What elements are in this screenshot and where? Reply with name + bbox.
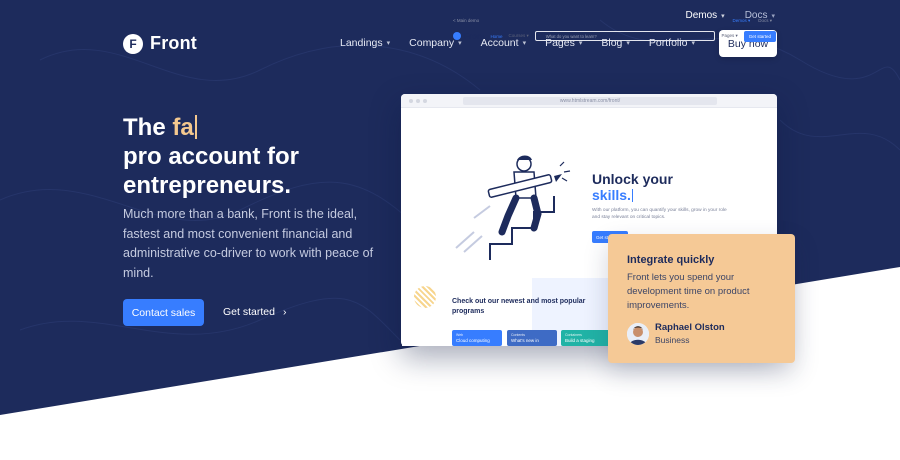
headline-line-3: entrepreneurs. <box>123 172 292 199</box>
headline-prefix: The <box>123 114 173 141</box>
avatar <box>627 323 649 345</box>
url-bar: www.htmlstream.com/front/ <box>463 97 717 105</box>
window-dot-icon <box>409 99 413 103</box>
mockup-top-bar: < Main demo Demos ▾ Docs ▾ <box>453 18 772 24</box>
mockup-typing-caret <box>631 189 634 202</box>
hero-headline: The fa pro account for entrepreneurs. <box>123 113 393 200</box>
integrate-text: Front lets you spend your development ti… <box>627 272 750 311</box>
person-icon <box>627 323 649 345</box>
mockup-docs: Docs ▾ <box>758 18 772 23</box>
mockup-main-demo-link: < Main demo <box>453 18 480 23</box>
chevron-down-icon: ▾ <box>386 40 391 47</box>
mockup-nav-home: Home <box>490 33 503 39</box>
window-dot-icon <box>416 99 420 103</box>
program-card-tag: Containers <box>565 333 582 337</box>
chevron-right-icon: › <box>282 306 287 318</box>
integrate-card: Integrate quickly Front lets you spend y… <box>608 234 795 363</box>
person-climbing-stairs-illustration <box>455 155 571 260</box>
mockup-get-started-button: Get started <box>743 30 776 42</box>
mockup-programs-title: Check out our newest and most popular pr… <box>452 298 586 315</box>
mockup-program-card: Containers Build a staging <box>561 330 611 346</box>
mockup-search-input: What do you want to learn? <box>534 31 716 41</box>
typing-caret <box>194 115 197 139</box>
hero-section: Demos ▾ Docs ▾ F Front Landings ▾ Company… <box>0 0 900 460</box>
author-role: Business <box>655 335 690 345</box>
mockup-logo: Front <box>453 32 484 41</box>
logo-text: Front <box>150 33 197 53</box>
chevron-down-icon: ▾ <box>771 12 775 20</box>
logo-icon: F <box>123 33 143 54</box>
program-card-title: What's new in <box>511 338 539 343</box>
program-card-tag: Contents <box>511 333 526 337</box>
integrate-title: Integrate quickly <box>627 254 715 266</box>
mockup-header: Front Home Courses ▾ What do you want to… <box>453 29 776 43</box>
nav-company-label: Company <box>409 37 455 49</box>
browser-bar: www.htmlstream.com/front/ <box>401 94 777 108</box>
logo[interactable]: F Front <box>123 33 197 54</box>
mockup-demos: Demos ▾ <box>732 18 751 23</box>
mockup-skills-word: skills. <box>592 187 631 203</box>
program-card-title: Cloud computing <box>456 338 490 343</box>
window-dot-icon <box>423 99 427 103</box>
headline-line-2: pro account for <box>123 143 300 170</box>
hero-lead: Much more than a bank, Front is the idea… <box>123 207 374 280</box>
program-card-tag: Web <box>456 333 464 337</box>
get-started-label: Get started <box>223 306 275 318</box>
mockup-program-card: Web Cloud computing <box>452 330 502 346</box>
program-card-title: Build a staging <box>565 338 595 343</box>
mockup-logo-icon <box>453 32 461 40</box>
mockup-unlock-typed: skills. <box>592 187 634 203</box>
mockup-program-card: Contents What's new in <box>507 330 557 346</box>
get-started-link[interactable]: Get started › <box>223 306 286 318</box>
headline-typed-word: fa <box>172 114 194 141</box>
contact-sales-button[interactable]: Contact sales <box>123 299 204 326</box>
mockup-nav-pages: Pages ▾ <box>721 33 738 38</box>
nav-landings[interactable]: Landings ▾ <box>340 37 390 49</box>
striped-circle-decoration <box>414 286 436 308</box>
nav-landings-label: Landings <box>340 37 383 49</box>
mockup-nav-courses: Courses ▾ <box>508 33 529 38</box>
mockup-unlock-title: Unlock your <box>592 171 673 187</box>
author-name: Raphael Olston <box>655 322 725 333</box>
mockup-logo-text: Front <box>464 31 485 41</box>
mockup-unlock-text: With our platform, you can quantify your… <box>592 208 727 220</box>
